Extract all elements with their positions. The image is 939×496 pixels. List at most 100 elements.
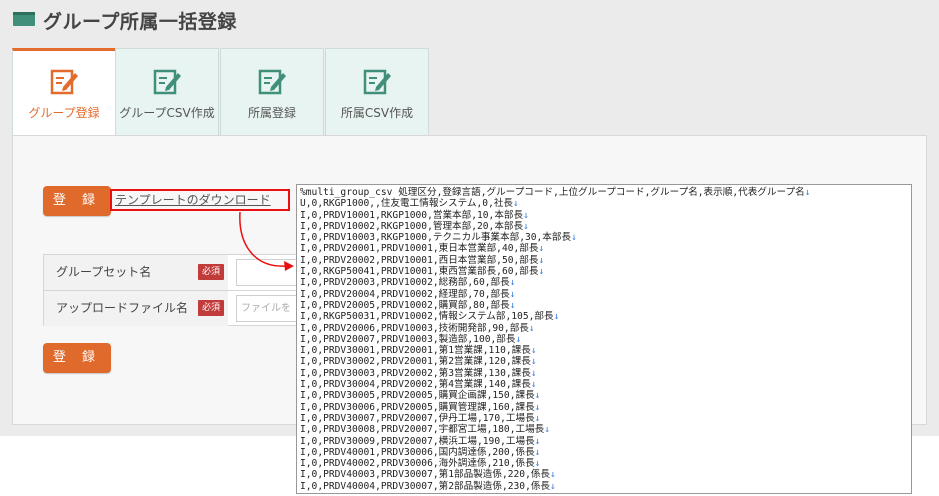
- csv-line: I,0,PRDV40004,PRDV30007,第2部品製造係,230,係長↓: [300, 481, 911, 492]
- tab-group-csv[interactable]: グループCSV作成: [115, 48, 219, 136]
- register-button-top[interactable]: 登 録: [43, 186, 111, 216]
- csv-line-text: I,0,PRDV10003,RKGP1000,テクニカル事業本部,30,本部長: [300, 232, 572, 244]
- csv-line: I,0,PRDV20004,PRDV10002,経理部,70,部長↓: [300, 289, 911, 300]
- tab-affiliation-csv[interactable]: 所属CSV作成: [325, 48, 429, 136]
- tab-label: グループCSV作成: [119, 106, 215, 120]
- csv-line-text: I,0,PRDV30001,PRDV20001,第1営業課,110,課長: [300, 345, 531, 357]
- line-break-mark: ↓: [538, 243, 545, 255]
- page-title: グループ所属一括登録: [43, 11, 237, 33]
- csv-line-text: %multi_group_csv 処理区分,登録言語,グループコード,上位グルー…: [300, 187, 805, 198]
- csv-line: I,0,PRDV20002,PRDV10001,西日本営業部,50,部長↓: [300, 255, 911, 266]
- csv-line: I,0,PRDV30002,PRDV20001,第2営業課,120,課長↓: [300, 356, 911, 367]
- tab-label: 所属CSV作成: [340, 106, 414, 120]
- csv-line: I,0,RKGP50031,PRDV10002,情報システム部,105,部長↓: [300, 311, 911, 322]
- template-download-link[interactable]: テンプレートのダウンロード: [110, 189, 290, 211]
- csv-line: I,0,PRDV40001,PRDV30006,国内調達係,200,係長↓: [300, 447, 911, 458]
- csv-line-text: I,0,PRDV30002,PRDV20001,第2営業課,120,課長: [300, 356, 531, 368]
- line-break-mark: ↓: [538, 266, 545, 278]
- edit-icon: [50, 69, 78, 95]
- csv-line-text: I,0,PRDV20003,PRDV10002,総務部,60,部長: [300, 277, 510, 289]
- csv-line: %multi_group_csv 処理区分,登録言語,グループコード,上位グルー…: [300, 187, 911, 198]
- csv-line-text: I,0,PRDV40001,PRDV30006,国内調達係,200,係長: [300, 446, 535, 458]
- csv-line-text: I,0,PRDV30003,PRDV20002,第3営業課,130,課長: [300, 367, 531, 379]
- csv-line-text: I,0,RKGP50031,PRDV10002,情報システム部,105,部長: [300, 311, 554, 323]
- csv-line-text: I,0,PRDV40003,PRDV30007,第1部品製造係,220,係長: [300, 469, 551, 481]
- line-break-mark: ↓: [523, 209, 529, 221]
- csv-line: I,0,RKGP50041,PRDV10001,東西営業部長,60,部長↓: [300, 266, 911, 277]
- csv-line: I,0,PRDV30001,PRDV20001,第1営業課,110,課長↓: [300, 345, 911, 356]
- line-break-mark: ↓: [538, 254, 545, 266]
- tab-group-register[interactable]: グループ登録: [12, 48, 116, 136]
- tab-label: 所属登録: [247, 106, 296, 120]
- csv-line: I,0,PRDV30003,PRDV20002,第3営業課,130,課長↓: [300, 368, 911, 379]
- line-break-mark: ↓: [534, 390, 541, 402]
- edit-icon: [258, 69, 286, 95]
- csv-line-text: I,0,PRDV10002,RKGP1000,管理本部,20,本部長: [300, 220, 524, 232]
- line-break-mark: ↓: [534, 446, 541, 458]
- csv-line-text: I,0,PRDV20004,PRDV10002,経理部,70,部長: [300, 288, 510, 300]
- csv-line: I,0,PRDV10002,RKGP1000,管理本部,20,本部長↓: [300, 221, 911, 232]
- csv-line: I,0,PRDV30006,PRDV20005,購買管理課,160,課長↓: [300, 402, 911, 413]
- csv-line-text: I,0,PRDV20006,PRDV10003,技術開発部,90,部長: [300, 322, 529, 334]
- line-break-mark: ↓: [523, 220, 529, 232]
- tab-label: グループ登録: [28, 106, 100, 120]
- line-break-mark: ↓: [509, 277, 516, 289]
- csv-line: I,0,PRDV20001,PRDV10001,東日本営業部,40,部長↓: [300, 243, 911, 254]
- csv-line: I,0,PRDV30004,PRDV20002,第4営業課,140,課長↓: [300, 379, 911, 390]
- csv-line: I,0,PRDV20006,PRDV10003,技術開発部,90,部長↓: [300, 323, 911, 334]
- csv-line-text: I,0,PRDV10001,RKGP1000,営業本部,10,本部長: [300, 209, 524, 221]
- line-break-mark: ↓: [530, 345, 537, 357]
- csv-line-text: I,0,PRDV40002,PRDV30006,海外調達係,210,係長: [300, 458, 535, 470]
- line-break-mark: ↓: [534, 435, 541, 447]
- line-break-mark: ↓: [534, 401, 541, 413]
- required-badge: 必須: [198, 264, 224, 280]
- line-break-mark: ↓: [530, 379, 537, 391]
- line-break-mark: ↓: [513, 198, 519, 210]
- edit-icon: [153, 69, 181, 95]
- csv-line-text: I,0,PRDV30007,PRDV20007,伊丹工場,170,工場長: [300, 412, 535, 424]
- csv-line-text: I,0,PRDV20002,PRDV10001,西日本営業部,50,部長: [300, 254, 539, 266]
- register-button-bottom[interactable]: 登 録: [43, 343, 111, 373]
- csv-line: I,0,PRDV40002,PRDV30006,海外調達係,210,係長↓: [300, 458, 911, 469]
- line-break-mark: ↓: [804, 187, 811, 198]
- upload-form: グループセット名 必須 アップロードファイル名 必須 ファイルを: [43, 254, 306, 326]
- line-break-mark: ↓: [550, 480, 556, 492]
- required-badge: 必須: [198, 300, 224, 316]
- csv-line: I,0,PRDV10003,RKGP1000,テクニカル事業本部,30,本部長↓: [300, 232, 911, 243]
- line-break-mark: ↓: [534, 412, 541, 424]
- csv-line: I,0,PRDV30007,PRDV20007,伊丹工場,170,工場長↓: [300, 413, 911, 424]
- csv-line: I,0,PRDV20003,PRDV10002,総務部,60,部長↓: [300, 277, 911, 288]
- csv-line: I,0,PRDV10001,RKGP1000,営業本部,10,本部長↓: [300, 210, 911, 221]
- csv-line: I,0,PRDV30008,PRDV20007,宇都宮工場,180,工場長↓: [300, 424, 911, 435]
- edit-icon: [363, 69, 391, 95]
- csv-line-text: I,0,PRDV30009,PRDV20007,横浜工場,190,工場長: [300, 435, 535, 447]
- line-break-mark: ↓: [571, 232, 577, 244]
- csv-line: I,0,PRDV30009,PRDV20007,横浜工場,190,工場長↓: [300, 436, 911, 447]
- page-header: グループ所属一括登録: [0, 0, 939, 40]
- line-break-mark: ↓: [530, 367, 537, 379]
- csv-line-text: I,0,RKGP50041,PRDV10001,東西営業部長,60,部長: [300, 266, 539, 278]
- csv-line-text: I,0,PRDV20005,PRDV10002,購買部,80,部長: [300, 299, 510, 311]
- line-break-mark: ↓: [515, 333, 522, 345]
- csv-line: I,0,PRDV30005,PRDV20005,購買企画課,150,課長↓: [300, 390, 911, 401]
- csv-line: I,0,PRDV40003,PRDV30007,第1部品製造係,220,係長↓: [300, 469, 911, 480]
- csv-line-text: I,0,PRDV20007,PRDV10003,製造部,100,部長: [300, 333, 516, 345]
- line-break-mark: ↓: [528, 322, 535, 334]
- window-icon: [13, 12, 35, 26]
- csv-line: U,0,RKGP1000,,住友電工情報システム,0,社長↓: [300, 198, 911, 209]
- line-break-mark: ↓: [553, 311, 560, 323]
- csv-line-text: I,0,PRDV30004,PRDV20002,第4営業課,140,課長: [300, 379, 531, 391]
- upload-file-row: アップロードファイル名 必須 ファイルを: [44, 291, 306, 326]
- csv-line-text: I,0,PRDV30006,PRDV20005,購買管理課,160,課長: [300, 401, 535, 413]
- line-break-mark: ↓: [534, 458, 541, 470]
- csv-line-text: U,0,RKGP1000,,住友電工情報システム,0,社長: [300, 198, 514, 210]
- csv-line: I,0,PRDV20007,PRDV10003,製造部,100,部長↓: [300, 334, 911, 345]
- line-break-mark: ↓: [509, 288, 516, 300]
- tab-affiliation-register[interactable]: 所属登録: [220, 48, 324, 136]
- csv-preview: %multi_group_csv 処理区分,登録言語,グループコード,上位グルー…: [296, 184, 912, 494]
- line-break-mark: ↓: [550, 469, 556, 481]
- csv-line: I,0,PRDV20005,PRDV10002,購買部,80,部長↓: [300, 300, 911, 311]
- csv-line-text: I,0,PRDV40004,PRDV30007,第2部品製造係,230,係長: [300, 480, 551, 492]
- line-break-mark: ↓: [509, 299, 516, 311]
- csv-line-text: I,0,PRDV30008,PRDV20007,宇都宮工場,180,工場長: [300, 424, 545, 436]
